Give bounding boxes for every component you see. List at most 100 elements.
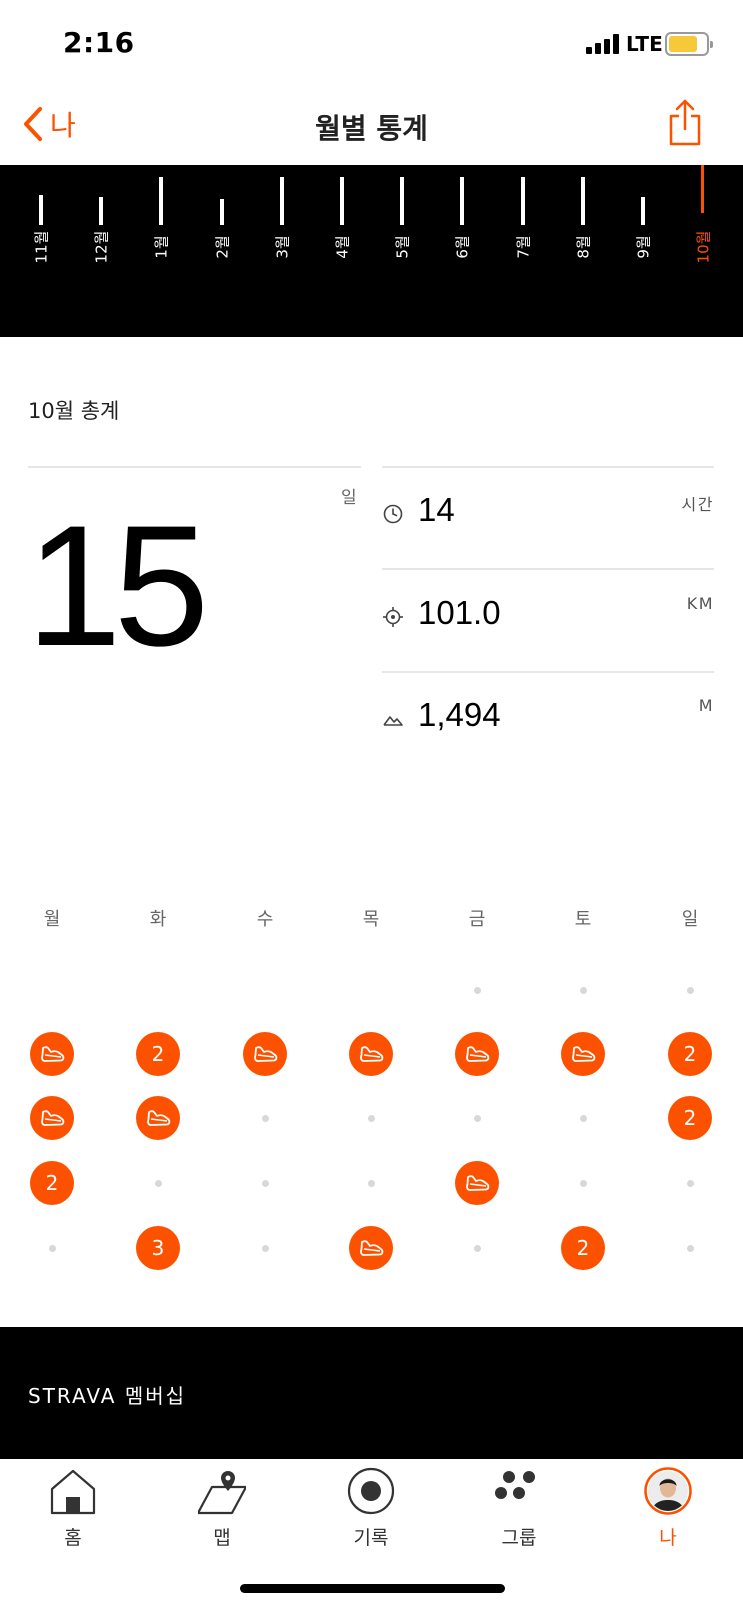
activity-count-badge[interactable]: 2	[668, 1032, 712, 1076]
run-shoe-icon[interactable]	[30, 1096, 74, 1140]
calendar-day-activity	[559, 1030, 607, 1078]
calendar-day-empty	[134, 1159, 182, 1207]
month-item[interactable]: 7월	[493, 165, 553, 275]
stat-value: 101.0	[418, 594, 501, 631]
empty-day-dot	[473, 1244, 481, 1252]
stat-unit: KM	[686, 594, 714, 613]
weekday-label: 목	[362, 909, 380, 930]
tab-label: 나	[659, 1527, 677, 1549]
avatar	[644, 1467, 692, 1515]
calendar-day-activity	[28, 1030, 76, 1078]
month-selector[interactable]: 11월 12월 1월 2월 3월 4월 5월 6월 7월 8월 9월 10월	[0, 165, 743, 337]
run-shoe-icon[interactable]	[243, 1032, 287, 1076]
empty-day-dot	[473, 1114, 481, 1122]
month-label: 12월	[92, 230, 111, 264]
month-item[interactable]: 12월	[71, 165, 131, 275]
calendar-day-empty	[666, 966, 714, 1014]
calendar-day-empty	[28, 1224, 76, 1272]
battery-icon	[665, 32, 713, 56]
run-shoe-icon[interactable]	[349, 1226, 393, 1270]
tab-home[interactable]: 홈	[13, 1459, 133, 1559]
empty-day-dot	[473, 986, 481, 994]
calendar-day-empty	[453, 1224, 501, 1272]
run-shoe-icon[interactable]	[136, 1096, 180, 1140]
calendar-day-activity	[28, 1094, 76, 1142]
divider	[382, 671, 714, 673]
membership-label: STRAVA 멤버십	[28, 1384, 187, 1408]
run-shoe-icon[interactable]	[561, 1032, 605, 1076]
activity-count-badge[interactable]: 2	[136, 1032, 180, 1076]
tab-record[interactable]: 기록	[311, 1459, 431, 1559]
run-shoe-icon[interactable]	[349, 1032, 393, 1076]
divider	[28, 466, 361, 468]
month-item[interactable]: 2월	[192, 165, 252, 275]
tab-label: 기록	[353, 1527, 389, 1549]
month-item[interactable]: 4월	[312, 165, 372, 275]
month-item[interactable]: 11월	[11, 165, 71, 275]
calendar-day-activity	[453, 1159, 501, 1207]
month-label: 7월	[514, 235, 533, 259]
month-item[interactable]: 9월	[613, 165, 673, 275]
empty-day-dot	[154, 1179, 162, 1187]
calendar-day-empty	[666, 1159, 714, 1207]
stat-time: 14 시간	[382, 475, 714, 575]
activity-count-badge[interactable]: 2	[30, 1161, 74, 1205]
month-label: 10월	[694, 230, 713, 264]
month-item[interactable]: 1월	[131, 165, 191, 275]
empty-day-dot	[686, 1179, 694, 1187]
calendar-day-activity	[134, 1094, 182, 1142]
month-item[interactable]: 5월	[372, 165, 432, 275]
days-unit: 일	[341, 488, 357, 508]
empty-day-dot	[579, 1114, 587, 1122]
membership-banner[interactable]: STRAVA 멤버십	[0, 1327, 743, 1459]
home-icon	[50, 1469, 96, 1515]
month-tick	[219, 199, 224, 225]
empty-day-dot	[686, 986, 694, 994]
empty-day-dot	[367, 1114, 375, 1122]
weekday-label: 일	[681, 909, 699, 930]
stat-elevation: 1,494 M	[382, 680, 714, 780]
weekday-label: 토	[574, 909, 592, 930]
weekday-label: 금	[468, 909, 486, 930]
month-label: 3월	[273, 235, 292, 259]
empty-day-dot	[579, 986, 587, 994]
month-item[interactable]: 6월	[432, 165, 492, 275]
run-shoe-icon[interactable]	[455, 1161, 499, 1205]
activity-count-badge[interactable]: 3	[136, 1226, 180, 1270]
tab-label: 그룹	[501, 1527, 537, 1549]
month-item[interactable]: 10월	[673, 165, 733, 275]
calendar-day-activity: 2	[666, 1030, 714, 1078]
weekday-header: 월화수목금토일	[0, 905, 743, 935]
empty-day-dot	[48, 1244, 56, 1252]
divider	[382, 568, 714, 570]
divider	[382, 466, 714, 468]
tab-map[interactable]: 맵	[162, 1459, 282, 1559]
run-shoe-icon[interactable]	[30, 1032, 74, 1076]
calendar-day-activity	[347, 1030, 395, 1078]
month-item[interactable]: 3월	[252, 165, 312, 275]
calendar-day-empty	[241, 1094, 289, 1142]
tab-profile[interactable]: 나	[608, 1459, 728, 1559]
share-button[interactable]	[667, 98, 703, 146]
empty-day-dot	[261, 1244, 269, 1252]
calendar-day-empty	[347, 1094, 395, 1142]
stat-distance: 101.0 KM	[382, 578, 714, 678]
stat-unit: 시간	[681, 495, 714, 514]
tab-label: 맵	[213, 1527, 231, 1549]
tab-groups[interactable]: 그룹	[459, 1459, 579, 1559]
calendar-day-activity: 2	[28, 1159, 76, 1207]
calendar-day-empty	[559, 1094, 607, 1142]
target-icon	[383, 607, 403, 627]
activity-count-badge[interactable]: 2	[561, 1226, 605, 1270]
run-shoe-icon[interactable]	[455, 1032, 499, 1076]
calendar-day-empty	[453, 1094, 501, 1142]
month-item[interactable]: 8월	[553, 165, 613, 275]
activity-count-badge[interactable]: 2	[668, 1096, 712, 1140]
calendar-day-activity	[347, 1224, 395, 1272]
month-label: 5월	[393, 235, 412, 259]
status-time: 2:16	[63, 26, 135, 59]
home-indicator[interactable]	[240, 1584, 505, 1593]
stat-value: 14	[418, 491, 455, 528]
network-label: LTE	[626, 32, 663, 56]
calendar-day-activity	[241, 1030, 289, 1078]
